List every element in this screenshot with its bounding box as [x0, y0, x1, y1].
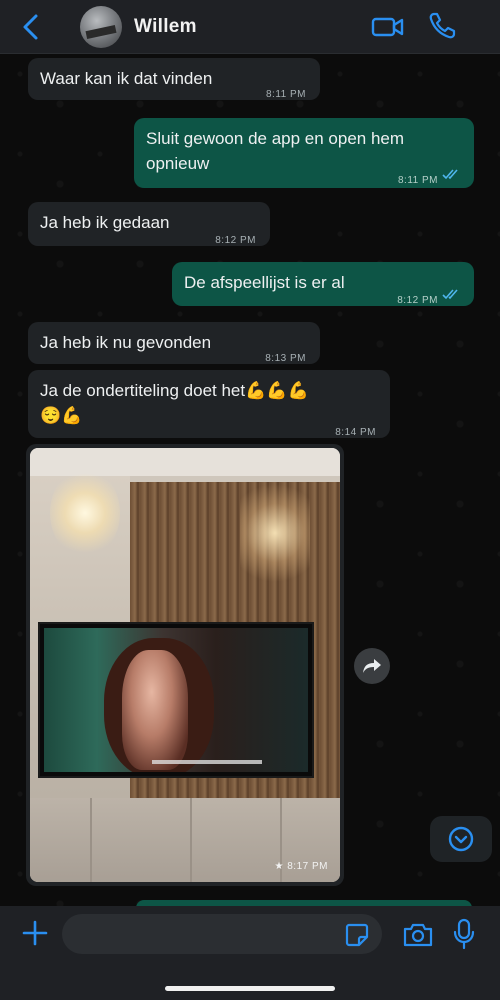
message-text: De afspeellijst is er al: [184, 273, 345, 292]
message-incoming[interactable]: Ja heb ik gedaan 8:12 PM: [28, 202, 270, 246]
voice-message-button[interactable]: [452, 918, 476, 950]
message-text: Ja heb ik gedaan: [40, 213, 170, 232]
sticker-button[interactable]: [344, 922, 370, 948]
home-indicator: [165, 986, 335, 991]
message-text: Waar kan ik dat vinden: [40, 69, 213, 88]
photo-timestamp: ★ 8:17 PM: [275, 861, 329, 872]
camera-button[interactable]: [402, 920, 434, 950]
photo-tv-living-room[interactable]: ★ 8:17 PM: [30, 448, 340, 882]
message-incoming[interactable]: Ja de ondertiteling doet het💪💪💪 😌💪 8:14 …: [28, 370, 390, 438]
message-time: 8:11 PM: [398, 175, 438, 186]
message-time: 8:12 PM: [215, 235, 256, 246]
message-input[interactable]: [62, 914, 382, 954]
video-camera-icon: [371, 17, 404, 37]
scroll-to-bottom-button[interactable]: [430, 816, 492, 862]
camera-icon: [403, 923, 433, 947]
relieved-flexed-emoji: 😌💪: [40, 406, 83, 425]
message-incoming[interactable]: Waar kan ik dat vinden 8:11 PM: [28, 58, 320, 100]
microphone-icon: [453, 918, 475, 950]
chat-area[interactable]: Waar kan ik dat vinden 8:11 PM Sluit gew…: [0, 54, 500, 906]
chevron-down-circle-icon: [448, 826, 474, 852]
read-ticks-icon: [442, 289, 458, 300]
video-call-button[interactable]: [370, 12, 406, 42]
plus-icon: [22, 920, 48, 946]
back-chevron-icon: [23, 14, 38, 40]
contact-name[interactable]: Willem: [134, 16, 197, 38]
message-time: 8:12 PM: [397, 295, 438, 306]
message-time: 8:14 PM: [335, 427, 376, 438]
message-text: Ja de ondertiteling doet het: [40, 381, 246, 400]
phone-icon: [429, 12, 456, 39]
sticker-icon: [345, 923, 369, 947]
message-incoming[interactable]: Ja heb ik nu gevonden 8:13 PM: [28, 322, 320, 364]
forward-arrow-icon: [363, 659, 381, 673]
message-time: 8:11 PM: [266, 89, 306, 100]
chat-header: Willem: [0, 0, 500, 54]
message-time: 8:17 PM: [287, 861, 328, 872]
message-photo[interactable]: ★ 8:17 PM: [26, 444, 344, 886]
flexed-biceps-emoji: 💪💪💪: [245, 381, 309, 400]
composer-bar: [0, 906, 500, 1000]
read-ticks-icon: [442, 169, 458, 180]
message-outgoing[interactable]: Sluit gewoon de app en open hem opnieuw …: [134, 118, 474, 188]
contact-avatar[interactable]: [80, 6, 122, 48]
star-icon: ★: [274, 861, 284, 872]
message-outgoing[interactable]: De afspeellijst is er al 8:12 PM: [172, 262, 474, 306]
forward-button[interactable]: [354, 648, 390, 684]
voice-call-button[interactable]: [426, 10, 458, 42]
message-text: Ja heb ik nu gevonden: [40, 333, 212, 352]
back-button[interactable]: [14, 12, 48, 42]
television: [38, 622, 314, 778]
message-time: 8:13 PM: [265, 353, 306, 364]
attach-button[interactable]: [20, 918, 50, 948]
